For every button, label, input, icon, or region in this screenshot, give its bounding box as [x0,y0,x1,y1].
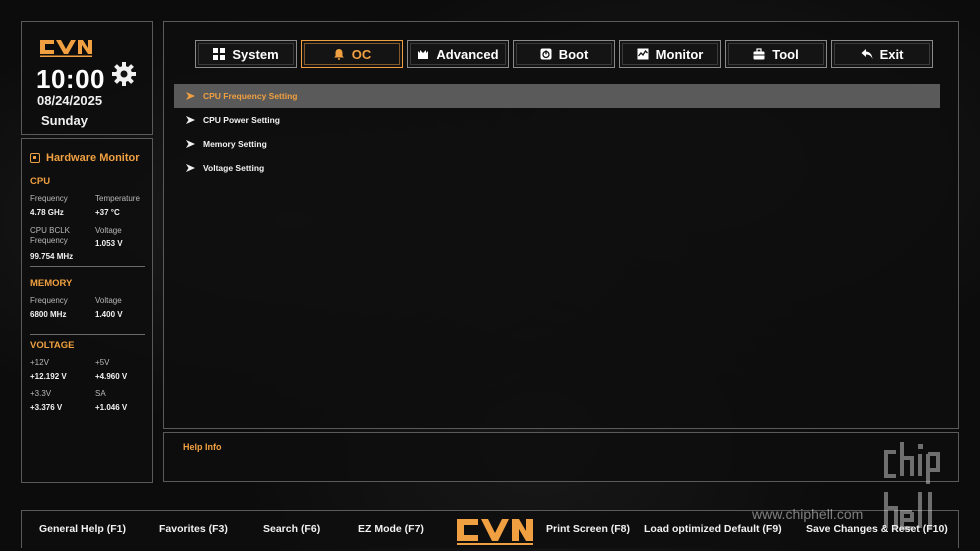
menu-item-voltage-setting[interactable]: Voltage Setting [174,156,940,180]
v33-value: +3.376 V [30,403,63,412]
hardware-monitor-panel: Hardware Monitor CPU Frequency Temperatu… [21,138,153,483]
cpu-heading: CPU [30,176,51,187]
v5-value: +4.960 V [95,372,128,381]
chip-icon [30,153,40,163]
menu-item-cpu-power-setting[interactable]: CPU Power Setting [174,108,940,132]
arrow-icon [186,140,195,148]
tab-label: Advanced [436,46,499,62]
cvn-logo [457,519,533,545]
divider [30,266,145,267]
tab-label: Tool [772,46,799,62]
help-info-title: Help Info [183,442,222,452]
menu-item-cpu-frequency-setting[interactable]: CPU Frequency Setting [174,84,940,108]
memory-frequency-label: Frequency [30,296,68,305]
help-info-panel: Help Info [163,432,959,482]
cpu-voltage-value: 1.053 V [95,239,123,248]
tab-advanced[interactable]: Advanced [407,40,509,68]
tab-system[interactable]: System [195,40,297,68]
arrow-icon [186,116,195,124]
tab-bar: System OC Advanced Boot Monitor Tool Exi… [195,40,933,68]
general-help-button[interactable]: General Help (F1) [39,523,126,535]
cpu-bclk-label-line1: CPU BCLK [30,226,71,235]
memory-voltage-value: 1.400 V [95,310,123,319]
menu-item-label: Memory Setting [203,139,267,149]
oc-menu-list: CPU Frequency Setting CPU Power Setting … [174,84,940,180]
menu-item-label: CPU Power Setting [203,115,280,125]
ez-mode-button[interactable]: EZ Mode (F7) [358,523,424,535]
memory-heading: MEMORY [30,278,73,289]
tab-label: System [232,46,279,62]
cpu-bclk-value: 99.754 MHz [30,252,74,261]
arrow-icon [186,92,195,100]
gear-icon[interactable] [110,60,138,88]
clock-time: 10:00 [36,64,105,94]
divider [30,334,145,335]
hardware-monitor-title: Hardware Monitor [30,152,140,164]
clock-day: Sunday [41,113,88,128]
chip-icon [418,50,429,59]
search-button[interactable]: Search (F6) [263,523,320,535]
chart-icon [637,48,649,60]
print-screen-button[interactable]: Print Screen (F8) [546,523,630,535]
sa-label: SA [95,389,106,398]
favorites-button[interactable]: Favorites (F3) [159,523,228,535]
menu-item-label: CPU Frequency Setting [203,91,298,101]
cpu-bclk-label-line2: Frequency [30,236,68,245]
menu-item-label: Voltage Setting [203,163,265,173]
cpu-frequency-value: 4.78 GHz [30,208,64,217]
arrow-icon [186,164,195,172]
main-panel: System OC Advanced Boot Monitor Tool Exi… [163,21,959,429]
tab-oc[interactable]: OC [301,40,403,68]
tab-label: Boot [558,46,589,62]
toolbox-icon [753,48,765,60]
cpu-temperature-value: +37 °C [95,208,120,217]
memory-frequency-value: 6800 MHz [30,310,67,319]
v12-value: +12.192 V [30,372,67,381]
clock-panel: 10:00 08/24/2025 Sunday [21,21,153,135]
cpu-temperature-label: Temperature [95,194,140,203]
tab-label: Exit [879,46,904,62]
power-icon [540,48,552,60]
load-optimized-default-button[interactable]: Load optimized Default (F9) [644,523,782,535]
tab-boot[interactable]: Boot [513,40,615,68]
clock-date: 08/24/2025 [37,93,103,108]
cvn-logo [40,40,92,57]
watermark-url: www.chiphell.com [752,506,864,522]
v5-label: +5V [95,358,110,367]
tab-label: Monitor [655,46,704,62]
tab-tool[interactable]: Tool [725,40,827,68]
chiphell-watermark-logo [884,442,940,530]
cpu-frequency-label: Frequency [30,194,68,203]
tab-exit[interactable]: Exit [831,40,933,68]
voltage-heading: VOLTAGE [30,340,75,351]
menu-item-memory-setting[interactable]: Memory Setting [174,132,940,156]
bell-icon [333,49,344,60]
memory-voltage-label: Voltage [95,296,122,305]
hardware-monitor-label: Hardware Monitor [46,152,140,164]
return-arrow-icon [861,49,873,59]
v12-label: +12V [30,358,49,367]
cpu-voltage-label: Voltage [95,226,122,235]
sa-value: +1.046 V [95,403,128,412]
grid-icon [213,48,226,60]
tab-monitor[interactable]: Monitor [619,40,721,68]
tab-label: OC [351,46,372,62]
v33-label: +3.3V [30,389,52,398]
